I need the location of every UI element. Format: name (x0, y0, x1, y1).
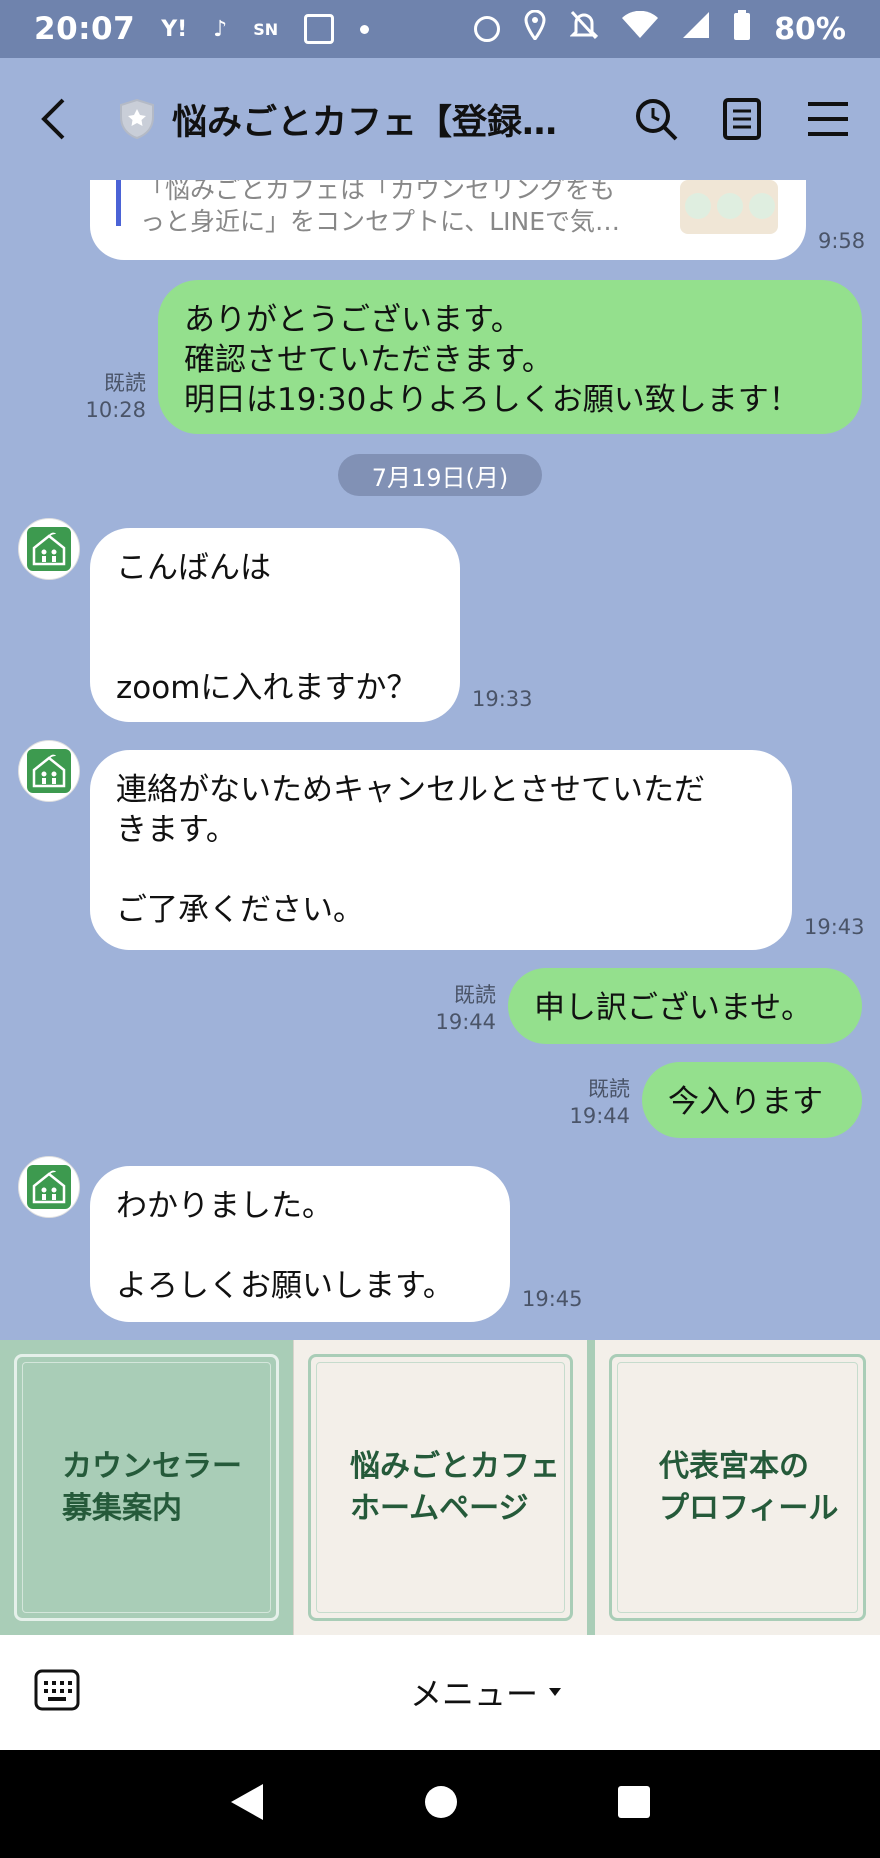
smartnews-icon: SN (253, 19, 279, 39)
message-time: 19:45 (522, 1287, 583, 1311)
note-icon (723, 98, 761, 140)
avatar[interactable] (18, 518, 80, 580)
news-icon (304, 14, 335, 44)
link-preview-thumbnail (680, 180, 778, 234)
cafe-logo-icon (27, 1165, 71, 1209)
nav-back-button[interactable] (229, 1782, 265, 1826)
avatar[interactable] (18, 740, 80, 802)
message-bubble-incoming[interactable]: わかりました。 よろしくお願いします。 (90, 1166, 510, 1322)
chat-header: 悩みごとカフェ【登録… (0, 58, 880, 180)
search-icon (636, 99, 678, 141)
message-bubble-outgoing[interactable]: 今入ります (642, 1062, 862, 1138)
battery-icon (734, 10, 751, 48)
link-preview-text: 「悩みごとカフェは「カウンセリングをも っと身近に」をコンセプトに、LINEで気… (140, 180, 621, 236)
tiktok-icon: ♪ (213, 16, 228, 42)
system-nav-bar (0, 1750, 880, 1858)
mute-icon (569, 10, 599, 48)
battery-level: 80% (774, 11, 846, 47)
wifi-icon (622, 10, 659, 47)
rich-menu-counselor-recruit[interactable]: カウンセラー 募集案内 (0, 1340, 293, 1635)
keyboard-toggle-button[interactable] (34, 1669, 80, 1715)
status-bar: 20:07 Y! ♪ SN 80% (0, 0, 880, 58)
keyboard-icon (34, 1669, 80, 1711)
notes-button[interactable] (718, 95, 766, 143)
back-button[interactable] (28, 89, 78, 149)
yahoo-icon: Y! (161, 16, 188, 42)
location-icon (524, 9, 546, 48)
status-time: 20:07 (34, 11, 136, 47)
rich-menu-profile[interactable]: 代表宮本の プロフィール (587, 1340, 880, 1635)
alarm-icon (474, 16, 501, 42)
read-receipt: 既読 10:28 (85, 371, 146, 422)
bottom-bar: メニュー (0, 1635, 880, 1750)
rich-menu-label: 悩みごとカフェ ホームページ (350, 1448, 560, 1526)
verified-shield-icon (118, 98, 156, 140)
menu-toggle-label: メニュー (410, 1675, 539, 1713)
quote-bar (116, 180, 121, 226)
message-time: 9:58 (818, 229, 866, 253)
date-separator: 7月19日(月) (338, 454, 542, 496)
triangle-back-icon (231, 1784, 264, 1820)
message-time: 19:33 (472, 687, 533, 711)
message-bubble-incoming[interactable]: 連絡がないためキャンセルとさせていただ きます。 ご了承ください。 (90, 750, 792, 950)
chat-title: 悩みごとカフェ【登録… (172, 102, 558, 143)
rich-menu-homepage[interactable]: 悩みごとカフェ ホームページ (293, 1340, 587, 1635)
message-time: 19:43 (804, 915, 865, 939)
chevron-left-icon (41, 98, 65, 140)
rich-menu-toggle[interactable]: メニュー (410, 1669, 562, 1715)
hamburger-icon (808, 102, 848, 136)
message-bubble-outgoing[interactable]: 申し訳ございませ。 (508, 968, 862, 1044)
rich-menu: カウンセラー 募集案内 悩みごとカフェ ホームページ 代表宮本の プロフィール (0, 1340, 880, 1635)
dot-icon (360, 24, 370, 34)
nav-recents-button[interactable] (617, 1785, 651, 1823)
caret-down-icon (549, 1688, 562, 1696)
circle-home-icon (424, 1786, 457, 1818)
rich-menu-label: カウンセラー 募集案内 (62, 1448, 242, 1526)
nav-home-button[interactable] (424, 1785, 458, 1823)
message-bubble-outgoing[interactable]: ありがとうございます。 確認させていただきます。 明日は19:30よりよろしくお… (158, 280, 862, 434)
menu-button[interactable] (804, 95, 852, 143)
read-receipt: 既読 19:44 (435, 983, 496, 1034)
square-recents-icon (617, 1786, 650, 1818)
read-receipt: 既読 19:44 (569, 1077, 630, 1128)
avatar[interactable] (18, 1156, 80, 1218)
chat-area[interactable]: 「悩みごとカフェは「カウンセリングをも っと身近に」をコンセプトに、LINEで気… (0, 180, 880, 1340)
link-preview-card[interactable]: 「悩みごとカフェは「カウンセリングをも っと身近に」をコンセプトに、LINEで気… (90, 180, 806, 260)
signal-icon (682, 11, 710, 47)
cafe-logo-icon (27, 527, 71, 571)
rich-menu-label: 代表宮本の プロフィール (659, 1448, 839, 1526)
search-button[interactable] (632, 95, 680, 143)
cafe-logo-icon (27, 749, 71, 793)
message-bubble-incoming[interactable]: こんばんは zoomに入れますか？ (90, 528, 460, 722)
